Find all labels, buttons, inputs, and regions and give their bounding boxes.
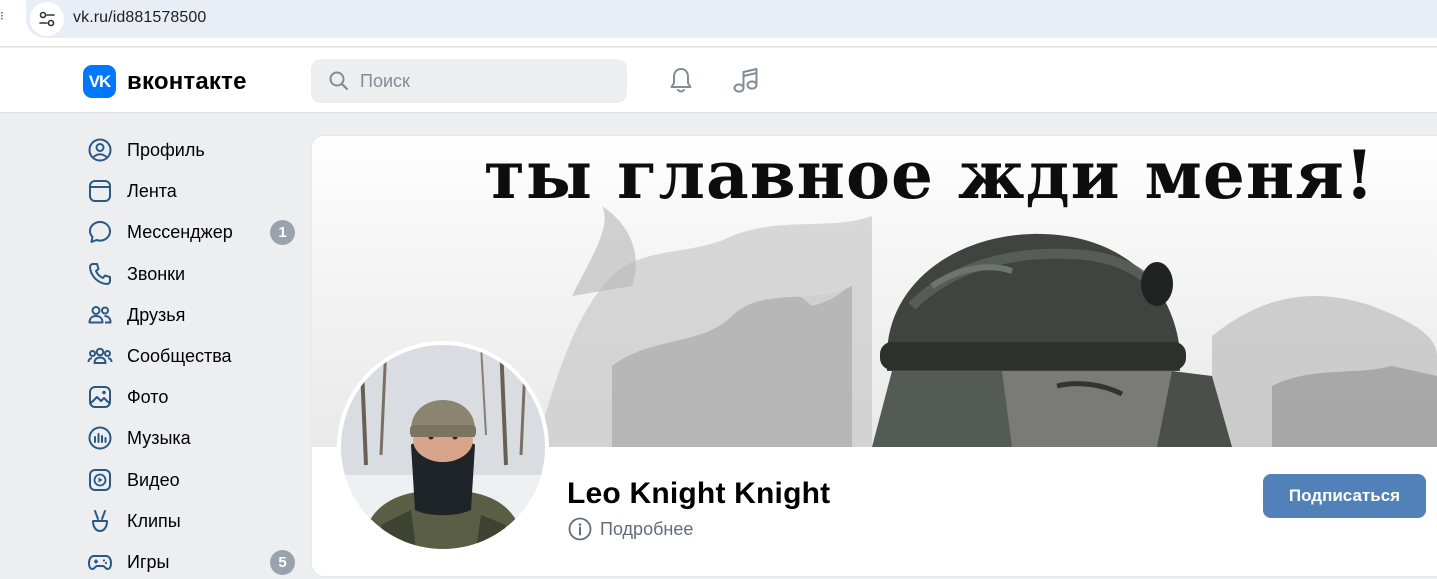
sidebar-item-photos[interactable]: Фото	[80, 376, 305, 417]
games-badge: 5	[270, 549, 295, 575]
sidebar-item-profile[interactable]: Профиль	[80, 129, 305, 170]
search-input[interactable]	[360, 59, 615, 103]
browser-address-bar: ⁝ vk.ru/id881578500	[0, 0, 1437, 47]
message-icon	[89, 221, 111, 244]
sidebar-item-label: Видео	[127, 469, 180, 490]
sidebar-item-feed[interactable]: Лента	[80, 170, 305, 211]
vk-logo-icon[interactable]: VK	[83, 65, 116, 98]
profile-name: Leo Knight Knight	[567, 477, 831, 510]
newsfeed-icon	[89, 180, 111, 203]
left-sidebar: Профиль Лента Мессенджер 1 Звонки Друзья…	[80, 129, 305, 579]
communities-icon	[87, 347, 113, 364]
profile-card: ты главное жди меня! Leo Knight Knight П…	[312, 136, 1437, 576]
info-icon	[568, 517, 592, 541]
video-icon	[89, 468, 111, 491]
profile-more-info-link[interactable]: Подробнее	[568, 517, 693, 541]
music-icon	[88, 426, 112, 450]
sidebar-item-communities[interactable]: Сообщества	[80, 335, 305, 376]
bell-icon[interactable]	[666, 65, 696, 95]
vk-header: VK вконтакте	[0, 48, 1437, 113]
friends-icon	[88, 305, 112, 324]
profile-avatar[interactable]	[337, 341, 549, 553]
vk-wordmark[interactable]: вконтакте	[127, 68, 247, 96]
sidebar-item-label: Лента	[127, 181, 177, 202]
omnibox[interactable]	[26, 0, 1437, 38]
sidebar-item-label: Профиль	[127, 140, 205, 160]
more-info-label: Подробнее	[600, 518, 694, 539]
sidebar-item-label: Игры	[127, 551, 170, 572]
music-note-icon[interactable]	[731, 65, 761, 95]
sidebar-item-label: Музыка	[127, 428, 191, 449]
sidebar-item-label: Сообщества	[127, 345, 232, 366]
phone-icon	[89, 262, 111, 285]
sidebar-item-games[interactable]: Игры 5	[80, 541, 305, 579]
user-circle-icon	[88, 138, 112, 162]
sidebar-item-label: Друзья	[127, 304, 186, 325]
tab-edge-glyph: ⁝	[0, 9, 4, 23]
sidebar-item-clips[interactable]: Клипы	[80, 500, 305, 541]
sidebar-item-friends[interactable]: Друзья	[80, 294, 305, 335]
sidebar-item-label: Звонки	[127, 263, 186, 284]
sidebar-item-music[interactable]: Музыка	[80, 417, 305, 458]
photo-icon	[89, 386, 111, 409]
cover-caption: ты главное жди меня!	[484, 136, 1375, 214]
site-settings-icon[interactable]	[30, 2, 64, 36]
avatar-photo	[341, 345, 545, 549]
search-icon	[329, 71, 349, 91]
search-box[interactable]	[311, 59, 627, 103]
sidebar-item-messenger[interactable]: Мессенджер 1	[80, 211, 305, 252]
clips-icon	[92, 509, 108, 532]
sidebar-item-calls[interactable]: Звонки	[80, 253, 305, 294]
sidebar-item-video[interactable]: Видео	[80, 459, 305, 500]
sidebar-item-label: Фото	[127, 387, 169, 408]
subscribe-button[interactable]: Подписаться	[1263, 474, 1426, 518]
games-icon	[88, 554, 112, 570]
url-text[interactable]: vk.ru/id881578500	[73, 9, 206, 27]
sidebar-item-label: Клипы	[127, 510, 181, 531]
unread-badge: 1	[270, 220, 295, 246]
left-gutter	[0, 113, 66, 579]
sidebar-item-label: Мессенджер	[127, 222, 233, 243]
